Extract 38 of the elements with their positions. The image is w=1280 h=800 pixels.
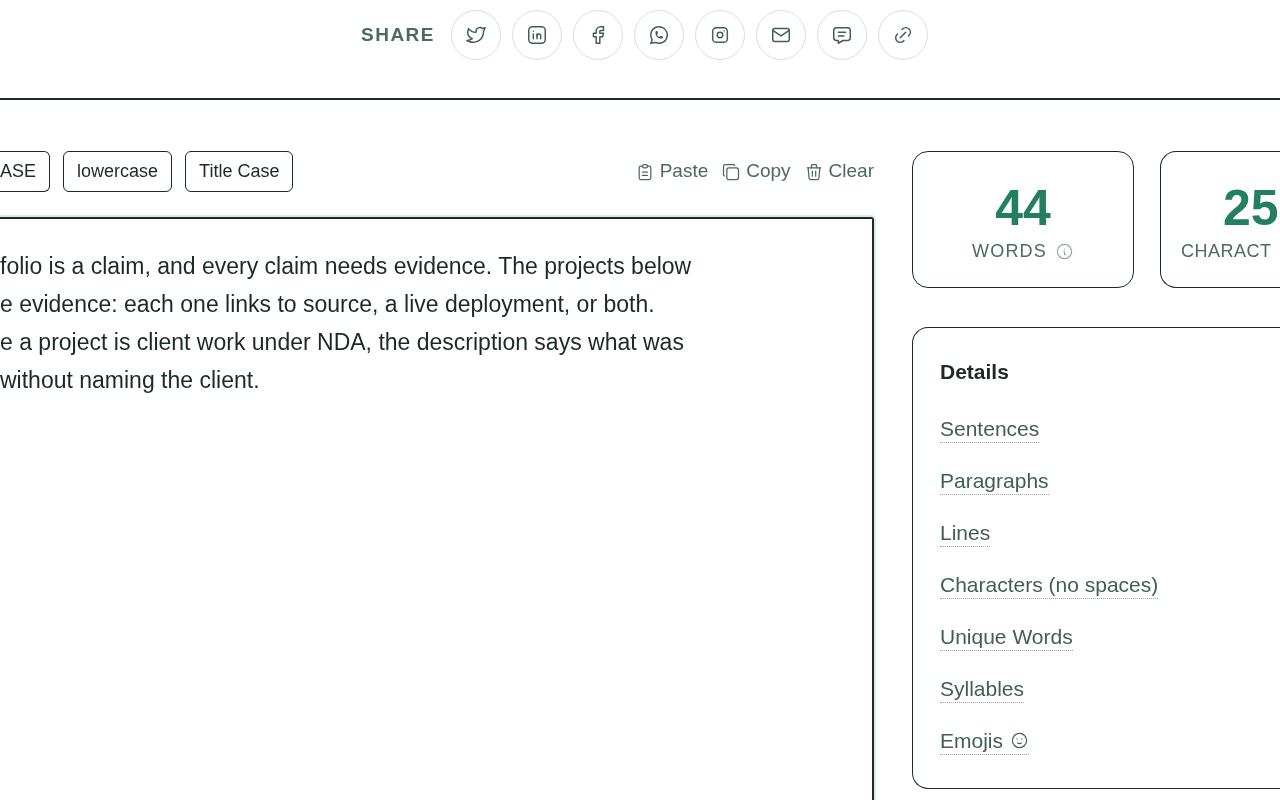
detail-item[interactable]: Lines bbox=[940, 519, 991, 547]
bird-icon bbox=[465, 24, 487, 46]
detail-item[interactable]: Emojis bbox=[940, 727, 1029, 755]
stat-label: WORDS bbox=[972, 240, 1047, 263]
link-icon bbox=[892, 24, 914, 46]
share-button[interactable] bbox=[451, 10, 501, 60]
instagram-icon bbox=[709, 24, 731, 46]
linkedin-icon bbox=[526, 24, 548, 46]
details-title: Details bbox=[940, 359, 1009, 385]
share-button[interactable] bbox=[634, 10, 684, 60]
stat-value: 44 bbox=[995, 180, 1051, 236]
detail-item[interactable]: Characters (no spaces) bbox=[940, 571, 1159, 599]
detail-item[interactable]: Sentences bbox=[940, 415, 1040, 443]
action-button[interactable]: Copy bbox=[721, 157, 791, 186]
action-button[interactable]: Clear bbox=[803, 157, 874, 186]
text-line: e evidence: each one links to source, a live deployment, or both. bbox=[0, 290, 655, 319]
text-line: folio is a claim, and every claim needs evidence. The projects below bbox=[0, 252, 692, 281]
share-button[interactable] bbox=[817, 10, 867, 60]
text-editor[interactable] bbox=[0, 217, 874, 800]
share-label: SHARE bbox=[361, 22, 435, 47]
chat-icon bbox=[831, 24, 853, 46]
text-line: without naming the client. bbox=[0, 366, 260, 395]
share-button[interactable] bbox=[756, 10, 806, 60]
whatsapp-icon bbox=[648, 24, 670, 46]
share-button[interactable] bbox=[573, 10, 623, 60]
case-button[interactable]: lowercase bbox=[63, 151, 173, 192]
stat-label: CHARACT bbox=[1181, 240, 1272, 263]
share-button[interactable] bbox=[695, 10, 745, 60]
case-button[interactable]: Title Case bbox=[185, 151, 294, 192]
action-button[interactable]: Paste bbox=[634, 157, 709, 186]
detail-item[interactable]: Unique Words bbox=[940, 623, 1073, 651]
text-line: e a project is client work under NDA, the description says what was bbox=[0, 328, 684, 357]
detail-item[interactable]: Paragraphs bbox=[940, 467, 1049, 495]
detail-item[interactable]: Syllables bbox=[940, 675, 1025, 703]
case-button[interactable]: ASE bbox=[0, 151, 51, 192]
copy-icon bbox=[721, 161, 742, 182]
stat-value: 25 bbox=[1223, 180, 1279, 236]
share-button[interactable] bbox=[512, 10, 562, 60]
